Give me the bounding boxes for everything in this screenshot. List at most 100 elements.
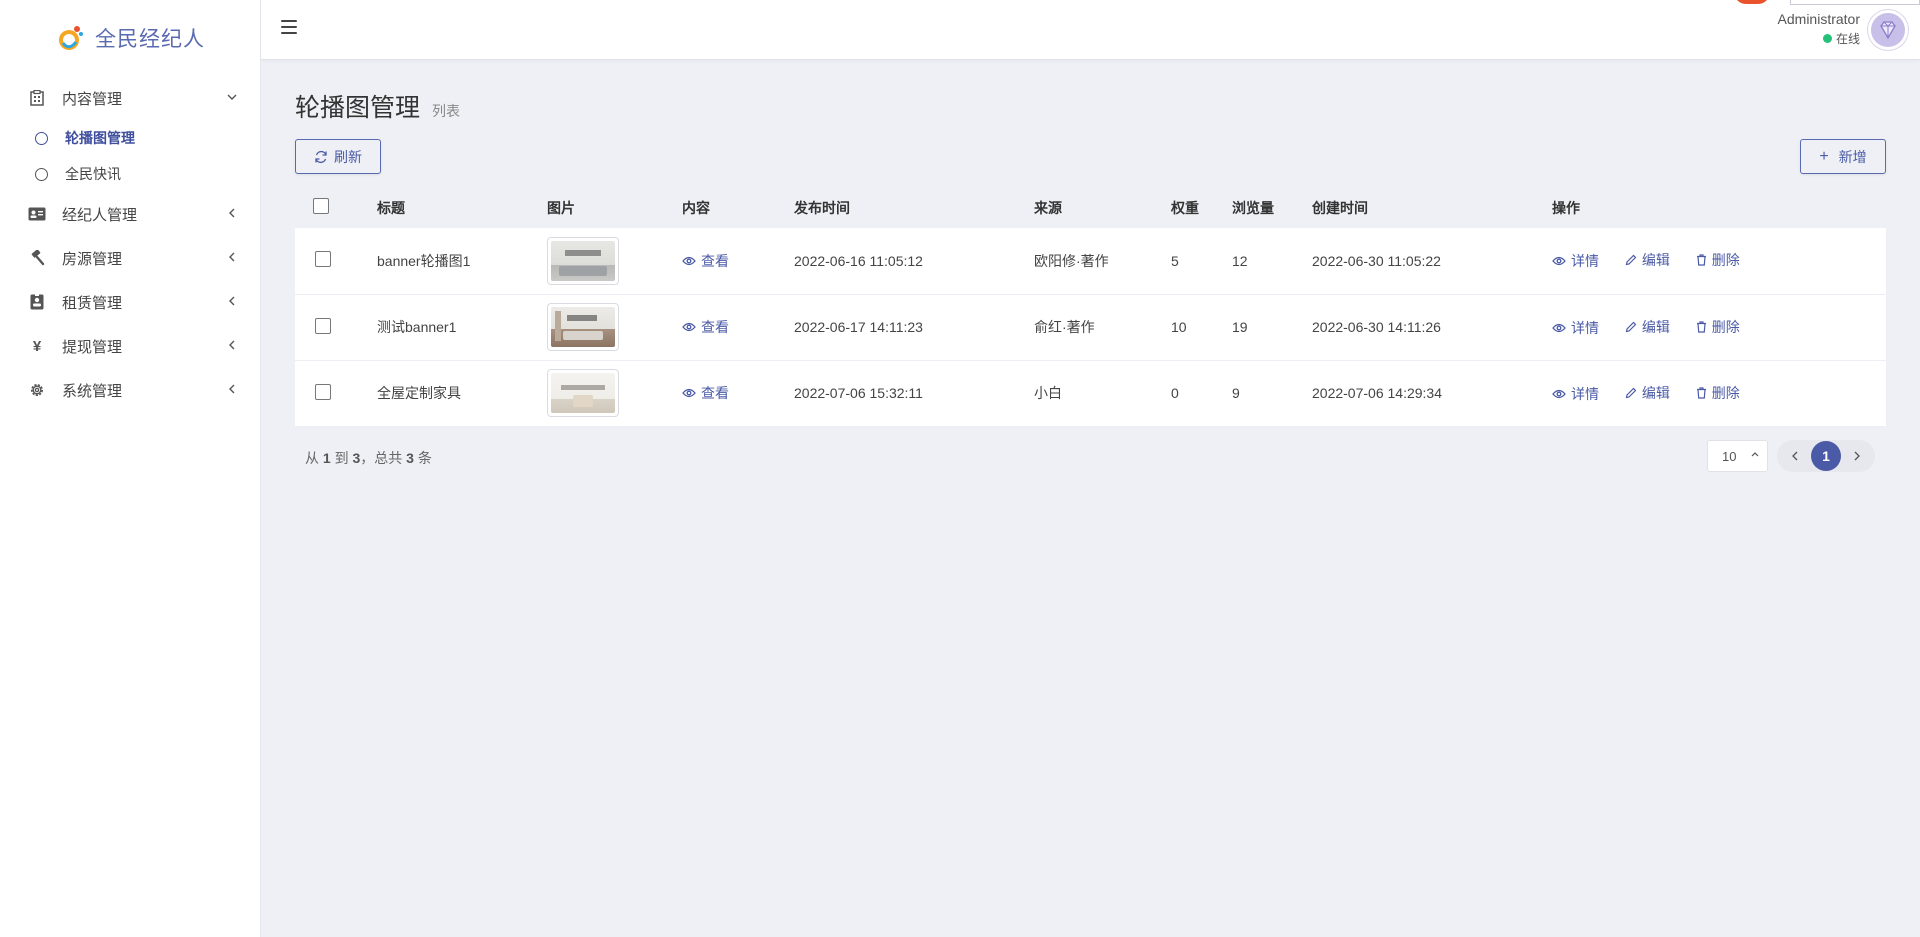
pencil-icon xyxy=(1625,387,1637,398)
avatar[interactable] xyxy=(1868,10,1908,50)
edit-link[interactable]: 编辑 xyxy=(1625,317,1670,337)
cell-created: 2022-07-06 14:29:34 xyxy=(1312,385,1442,401)
edit-link[interactable]: 编辑 xyxy=(1625,250,1670,270)
table-row[interactable]: 测试banner1 查看 2022-06-17 14:11:23 俞红·著作 1… xyxy=(295,294,1886,360)
column-header: 操作 xyxy=(1552,199,1580,216)
column-header: 内容 xyxy=(682,199,710,216)
detail-label: 详情 xyxy=(1571,253,1599,270)
column-header: 发布时间 xyxy=(794,199,850,216)
user-status-label: 在线 xyxy=(1835,32,1860,46)
pagination-unit: 条 xyxy=(417,450,432,466)
table-row[interactable]: 全屋定制家具 查看 2022-07-06 15:32:11 小白 0 9 202… xyxy=(295,360,1886,426)
cell-created: 2022-06-30 14:11:26 xyxy=(1312,319,1441,335)
select-all-checkbox[interactable] xyxy=(313,198,329,214)
refresh-button[interactable]: 刷新 xyxy=(295,139,381,174)
main-content: 轮播图管理 列表 刷新 + 新增 标题 图片 内容 发布时间 来源 权重 浏览量… xyxy=(261,60,1920,937)
gear-icon xyxy=(28,381,46,399)
cell-weight: 10 xyxy=(1171,319,1187,335)
trash-icon xyxy=(1696,254,1706,266)
pagination-to: 到 xyxy=(334,450,349,466)
delete-link[interactable]: 删除 xyxy=(1696,317,1740,337)
cell-weight: 5 xyxy=(1171,252,1179,269)
chevron-left-icon xyxy=(226,294,240,308)
thumbnail-image[interactable] xyxy=(547,236,619,285)
eye-icon xyxy=(1552,323,1566,332)
pagination: 1 xyxy=(1777,440,1875,472)
pagination-total-label: ，总共 xyxy=(360,450,403,466)
chevron-left-icon xyxy=(226,382,240,396)
eye-icon xyxy=(682,256,696,265)
column-header: 浏览量 xyxy=(1232,199,1274,216)
sidebar-subitem-news[interactable]: 全民快讯 xyxy=(0,156,260,192)
eye-icon xyxy=(1552,257,1566,266)
column-header: 标题 xyxy=(377,199,405,216)
sidebar-item-content[interactable]: 内容管理 xyxy=(0,76,260,120)
sidebar-item-label: 房源管理 xyxy=(62,250,123,268)
detail-link[interactable]: 详情 xyxy=(1552,318,1599,338)
pagination-total: 3 xyxy=(406,450,414,466)
cell-publish-time: 2022-06-17 14:11:23 xyxy=(794,319,923,335)
hamburger-menu-icon[interactable] xyxy=(281,20,297,34)
delete-link[interactable]: 删除 xyxy=(1696,383,1740,403)
brand-name: 全民经纪人 xyxy=(95,28,205,51)
user-info[interactable]: Administrator 在线 xyxy=(1778,11,1860,47)
page-number-button[interactable]: 1 xyxy=(1811,441,1841,471)
chevron-down-icon xyxy=(226,90,240,104)
eye-icon xyxy=(682,322,696,332)
page-size-select[interactable]: 10 xyxy=(1707,440,1768,472)
plus-icon: + xyxy=(1819,147,1829,165)
edit-label: 编辑 xyxy=(1641,318,1670,335)
column-header: 来源 xyxy=(1034,199,1062,216)
cell-title: banner轮播图1 xyxy=(377,252,471,269)
sidebar-item-rental[interactable]: 租赁管理 xyxy=(0,280,260,324)
chevron-left-icon xyxy=(226,338,240,352)
thumbnail-image[interactable] xyxy=(547,303,619,351)
view-content-link[interactable]: 查看 xyxy=(682,383,729,403)
detail-link[interactable]: 详情 xyxy=(1552,384,1599,404)
edit-link[interactable]: 编辑 xyxy=(1625,383,1670,403)
add-label: 新增 xyxy=(1838,148,1867,165)
circle-icon xyxy=(35,131,48,145)
thumbnail-image[interactable] xyxy=(547,369,619,417)
sidebar-item-houses[interactable]: 房源管理 xyxy=(0,236,260,280)
column-header: 图片 xyxy=(547,199,575,216)
sidebar-item-label: 内容管理 xyxy=(62,90,123,108)
row-checkbox[interactable] xyxy=(315,383,331,400)
sidebar-item-withdraw[interactable]: ¥ 提现管理 xyxy=(0,324,260,368)
sidebar-subitem-carousel[interactable]: 轮播图管理 xyxy=(0,120,260,156)
detail-label: 详情 xyxy=(1571,319,1599,336)
sidebar-item-label: 租赁管理 xyxy=(62,294,123,312)
sidebar-menu: 内容管理 轮播图管理 全民快讯 经纪人管理 房源管理 租赁管理 ¥ 提现管理 系… xyxy=(0,76,260,412)
sidebar-item-system[interactable]: 系统管理 xyxy=(0,368,260,412)
gavel-icon xyxy=(28,249,46,267)
row-checkbox[interactable] xyxy=(315,251,331,268)
pagination-start: 1 xyxy=(322,450,331,466)
delete-link[interactable]: 删除 xyxy=(1696,250,1740,270)
table-row[interactable]: banner轮播图1 查看 2022-06-16 11:05:12 欧阳修·著作… xyxy=(295,228,1886,294)
view-content-link[interactable]: 查看 xyxy=(682,251,729,271)
detail-link[interactable]: 详情 xyxy=(1552,251,1599,271)
brand[interactable]: 全民经纪人 xyxy=(0,0,260,76)
brand-logo-icon xyxy=(55,23,85,53)
sidebar-item-agents[interactable]: 经纪人管理 xyxy=(0,192,260,236)
sidebar-item-label: 提现管理 xyxy=(62,338,123,356)
user-name: Administrator xyxy=(1777,11,1860,27)
edit-label: 编辑 xyxy=(1641,384,1670,401)
add-button[interactable]: + 新增 xyxy=(1800,139,1886,174)
next-page-icon[interactable] xyxy=(1849,448,1865,464)
trash-icon xyxy=(1696,320,1706,333)
cell-created: 2022-06-30 11:05:22 xyxy=(1312,252,1441,269)
pencil-icon xyxy=(1625,254,1637,266)
user-status: 在线 xyxy=(1778,30,1860,47)
top-header: Administrator 在线 xyxy=(261,0,1920,60)
corner-frame xyxy=(1790,0,1920,5)
sidebar-item-label: 系统管理 xyxy=(62,382,123,400)
diamond-icon xyxy=(1880,21,1896,40)
page-size-value: 10 xyxy=(1722,448,1737,464)
table-header-row: 标题 图片 内容 发布时间 来源 权重 浏览量 创建时间 操作 xyxy=(295,187,1886,228)
building-icon xyxy=(28,89,46,107)
cell-source: 小白 xyxy=(1034,385,1062,401)
row-checkbox[interactable] xyxy=(315,317,331,334)
prev-page-icon[interactable] xyxy=(1787,448,1803,464)
view-content-link[interactable]: 查看 xyxy=(682,317,729,337)
